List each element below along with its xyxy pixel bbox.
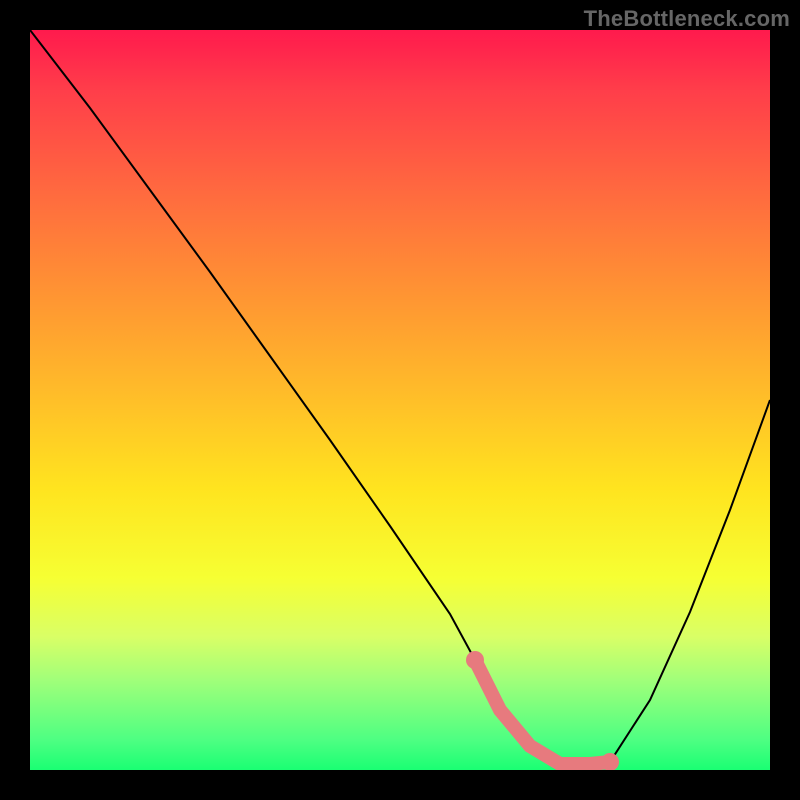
bottleneck-curve: [30, 30, 770, 764]
optimal-zone-highlight: [475, 660, 610, 764]
highlight-dot: [601, 753, 619, 770]
chart-container: TheBottleneck.com: [0, 0, 800, 800]
plot-area: [30, 30, 770, 770]
highlight-dot: [466, 651, 484, 669]
curve-svg: [30, 30, 770, 770]
watermark-text: TheBottleneck.com: [584, 6, 790, 32]
